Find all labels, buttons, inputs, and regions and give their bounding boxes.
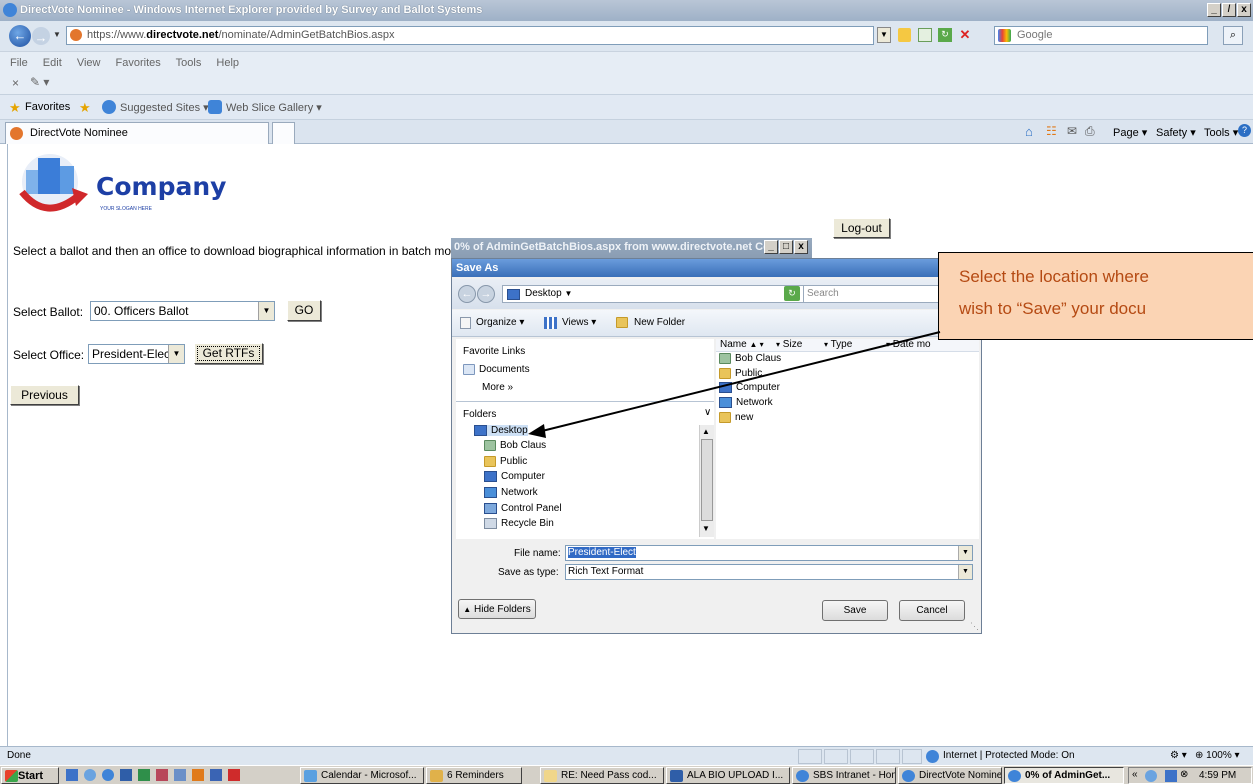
system-tray: « ⊗ 4:59 PM: [1128, 767, 1252, 784]
taskbar-item-sbs-intranet[interactable]: SBS Intranet - Hom...: [792, 767, 896, 784]
taskbar-item-download[interactable]: 0% of AdminGet...: [1004, 767, 1124, 784]
start-button[interactable]: Start: [1, 767, 59, 784]
clock[interactable]: 4:59 PM: [1199, 770, 1236, 781]
ie-icon: [902, 770, 915, 782]
powerpoint-quicklaunch-icon[interactable]: [192, 769, 204, 781]
taskbar-item-directvote[interactable]: DirectVote Nominee...: [898, 767, 1002, 784]
status-cell: [798, 749, 822, 764]
access-quicklaunch-icon[interactable]: [156, 769, 168, 781]
excel-quicklaunch-icon[interactable]: [138, 769, 150, 781]
status-cell: [902, 749, 922, 764]
ie-icon: [796, 770, 809, 782]
status-bar: Done Internet | Protected Mode: On ⚙ ▾ ⊕…: [0, 746, 1253, 765]
zoom-level[interactable]: ⊕ 100% ▾: [1195, 750, 1240, 761]
callout-arrow-icon: [528, 331, 941, 438]
taskbar-item-calendar[interactable]: Calendar - Microsof...: [300, 767, 424, 784]
ie-quicklaunch-icon[interactable]: [102, 769, 114, 781]
internet-zone-icon: [926, 750, 939, 763]
word-icon: [670, 770, 683, 782]
tray-expand-icon[interactable]: «: [1132, 769, 1138, 780]
status-text: Done: [7, 750, 31, 761]
app-quicklaunch-icon[interactable]: [174, 769, 186, 781]
taskbar: Start Calendar - Microsof... 6 Reminders…: [0, 765, 1253, 784]
show-desktop-icon[interactable]: [66, 769, 78, 781]
protected-mode-icon[interactable]: ⚙ ▾: [1170, 750, 1187, 761]
taskbar-item-email[interactable]: RE: Need Pass cod...: [540, 767, 664, 784]
windows-logo-icon: [5, 770, 18, 782]
calendar-icon: [304, 770, 317, 782]
tray-app-icon[interactable]: [1145, 770, 1157, 782]
quicklaunch-icon[interactable]: [84, 769, 96, 781]
network-tray-icon[interactable]: [1165, 770, 1177, 782]
outlook-quicklaunch-icon[interactable]: [210, 769, 222, 781]
ie-icon: [1008, 770, 1021, 782]
status-cell: [824, 749, 848, 764]
taskbar-item-reminders[interactable]: 6 Reminders: [426, 767, 522, 784]
security-zone-text[interactable]: Internet | Protected Mode: On: [943, 750, 1075, 761]
volume-icon[interactable]: ⊗: [1180, 769, 1188, 780]
word-quicklaunch-icon[interactable]: [120, 769, 132, 781]
status-cell: [850, 749, 874, 764]
status-cell: [876, 749, 900, 764]
reminder-icon: [430, 770, 443, 782]
taskbar-item-ala-bio[interactable]: ALA BIO UPLOAD I...: [666, 767, 790, 784]
acrobat-quicklaunch-icon[interactable]: [228, 769, 240, 781]
mail-icon: [544, 770, 557, 782]
